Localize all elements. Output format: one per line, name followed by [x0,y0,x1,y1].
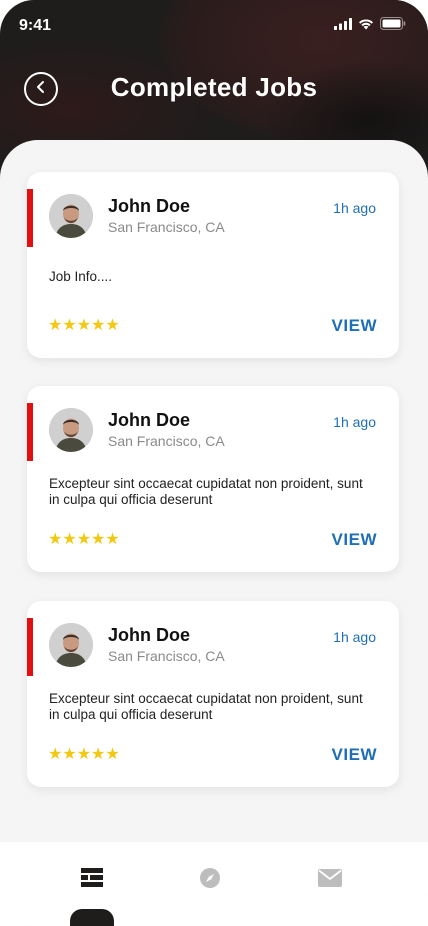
star-rating: ★★★★★ [48,318,120,334]
card-timestamp: 1h ago [333,414,376,430]
mail-icon [318,868,342,892]
list-icon [81,867,103,893]
star-rating: ★★★★★ [48,747,120,763]
view-button[interactable]: VIEW [332,316,377,336]
view-button[interactable]: VIEW [332,530,377,550]
bottom-nav [0,842,428,926]
card-accent-bar [27,189,33,247]
card-name: John Doe [108,196,191,216]
star-rating-stars: ★★★★★ [48,531,120,548]
status-icons [334,17,406,35]
card-name: John Doe [108,625,191,645]
card-description: Excepteur sint occaecat cupidatat non pr… [49,476,363,507]
job-card[interactable]: John Doe San Francisco, CA 1h ago Except… [27,601,399,787]
card-location: San Francisco, CA [108,648,225,664]
nav-item-messages[interactable] [318,868,342,892]
star-rating-stars: ★★★★★ [48,317,120,334]
page-title: Completed Jobs [110,72,318,102]
wifi-icon [358,17,374,35]
card-timestamp: 1h ago [333,629,376,645]
avatar [49,194,93,238]
active-tab-indicator [70,909,114,926]
status-bar: 9:41 [0,0,428,50]
card-location: San Francisco, CA [108,433,225,449]
card-accent-bar [27,403,33,461]
star-rating: ★★★★★ [48,532,120,548]
avatar [49,408,93,452]
job-card[interactable]: John Doe San Francisco, CA 1h ago Except… [27,386,399,572]
signal-icon [334,17,352,35]
card-timestamp: 1h ago [333,200,376,216]
compass-icon [200,867,220,893]
card-location: San Francisco, CA [108,219,225,235]
nav-item-jobs[interactable] [80,867,104,893]
app-screen: 9:41 Completed Jobs John Doe San Francis… [0,0,428,926]
job-list: John Doe San Francisco, CA 1h ago Job In… [0,140,428,926]
star-rating-stars: ★★★★★ [48,746,120,763]
card-accent-bar [27,618,33,676]
view-button[interactable]: VIEW [332,745,377,765]
card-description: Excepteur sint occaecat cupidatat non pr… [49,691,363,722]
job-card[interactable]: John Doe San Francisco, CA 1h ago Job In… [27,172,399,358]
battery-icon [380,17,406,35]
card-description: Job Info.... [49,269,113,284]
card-name: John Doe [108,410,191,430]
nav-item-explore[interactable] [198,867,222,893]
status-time: 9:41 [19,17,52,34]
avatar [49,623,93,667]
